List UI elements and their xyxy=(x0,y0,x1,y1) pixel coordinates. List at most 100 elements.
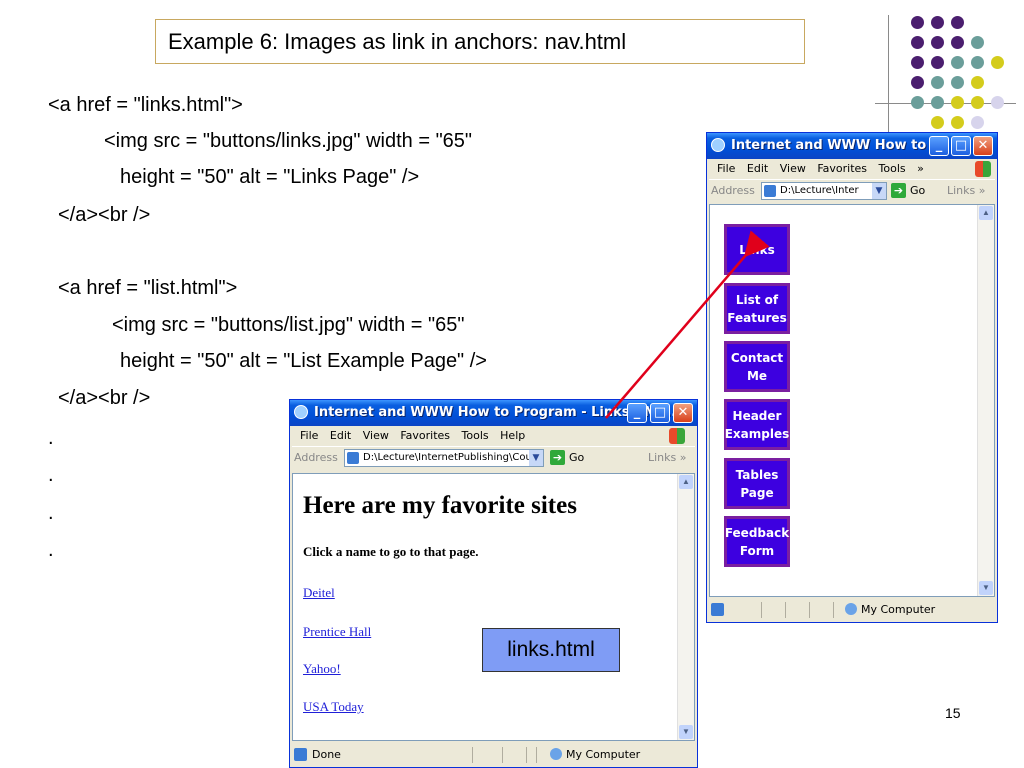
decor-dot xyxy=(971,116,984,129)
menu-more[interactable]: » xyxy=(917,160,924,178)
go-button[interactable]: Go xyxy=(910,184,925,197)
status-zone: My Computer xyxy=(861,603,936,616)
menu-file[interactable]: File xyxy=(717,160,735,178)
close-icon[interactable]: ✕ xyxy=(973,136,993,156)
minimize-icon[interactable]: _ xyxy=(929,136,949,156)
address-input[interactable]: D:\Lecture\Inter ▼ xyxy=(761,182,887,200)
link-deitel[interactable]: Deitel xyxy=(303,585,335,601)
decor-dot xyxy=(991,56,1004,69)
nav-button-contact[interactable]: Contact Me xyxy=(724,341,790,392)
code-ellipsis: . xyxy=(48,427,54,449)
decor-dot xyxy=(971,56,984,69)
menu-tools[interactable]: Tools xyxy=(462,427,489,445)
page-icon xyxy=(347,452,359,464)
link-usa-today[interactable]: USA Today xyxy=(303,699,364,715)
menu-favorites[interactable]: Favorites xyxy=(400,427,450,445)
nav-button-header[interactable]: Header Examples xyxy=(724,399,790,450)
scroll-up-icon[interactable]: ▲ xyxy=(679,475,693,489)
my-computer-icon xyxy=(845,603,857,615)
decor-dot xyxy=(911,36,924,49)
nav-button-feedback[interactable]: Feedback Form xyxy=(724,516,790,567)
code-line: </a><br /> xyxy=(58,387,151,409)
go-button[interactable]: Go xyxy=(569,451,584,464)
menu-help[interactable]: Help xyxy=(500,427,525,445)
menu-tools[interactable]: Tools xyxy=(879,160,906,178)
go-arrow-icon[interactable]: ➔ xyxy=(891,183,906,198)
page-status-icon xyxy=(711,603,724,616)
nav-button-links[interactable]: Links xyxy=(724,224,790,275)
code-ellipsis: . xyxy=(48,539,54,561)
decor-dot xyxy=(931,36,944,49)
decor-dot xyxy=(911,76,924,89)
scroll-down-icon[interactable]: ▼ xyxy=(979,581,993,595)
status-separator xyxy=(761,602,762,618)
status-separator xyxy=(833,602,834,618)
menu-view[interactable]: View xyxy=(780,160,806,178)
code-ellipsis: . xyxy=(48,502,54,524)
address-input[interactable]: D:\Lecture\InternetPublishing\CourseMate… xyxy=(344,449,544,467)
links-page-content: Here are my favorite sites Click a name … xyxy=(292,473,695,741)
nav-window-titlebar[interactable]: Internet and WWW How to ... _ □ ✕ xyxy=(707,133,997,159)
address-value: D:\Lecture\InternetPublishing\CourseMate… xyxy=(363,452,543,463)
chevron-down-icon[interactable]: ▼ xyxy=(872,183,886,199)
link-prentice-hall[interactable]: Prentice Hall xyxy=(303,624,371,640)
decor-dot xyxy=(951,56,964,69)
page-number: 15 xyxy=(945,705,961,721)
links-window-titlebar[interactable]: Internet and WWW How to Program - Links … xyxy=(290,400,697,426)
slide-title: Example 6: Images as link in anchors: na… xyxy=(155,19,805,64)
go-arrow-icon[interactable]: ➔ xyxy=(550,450,565,465)
decor-dot xyxy=(911,16,924,29)
nav-statusbar: My Computer xyxy=(709,600,995,620)
decor-horizontal-line xyxy=(875,103,1016,104)
status-separator xyxy=(502,747,503,763)
links-toolbar[interactable]: Links » xyxy=(947,184,985,197)
decor-dot xyxy=(951,36,964,49)
links-html-callout: links.html xyxy=(482,628,620,672)
link-yahoo[interactable]: Yahoo! xyxy=(303,661,341,677)
menu-edit[interactable]: Edit xyxy=(330,427,351,445)
minimize-icon[interactable]: _ xyxy=(627,403,647,423)
scroll-down-icon[interactable]: ▼ xyxy=(679,725,693,739)
decor-dot xyxy=(931,16,944,29)
page-icon xyxy=(764,185,776,197)
menu-view[interactable]: View xyxy=(363,427,389,445)
windows-logo-icon xyxy=(975,161,991,177)
nav-button-list[interactable]: List of Features xyxy=(724,283,790,334)
decor-dot xyxy=(931,116,944,129)
page-subheading: Click a name to go to that page. xyxy=(303,544,479,559)
links-address-bar: Address D:\Lecture\InternetPublishing\Co… xyxy=(292,446,695,469)
code-ellipsis: . xyxy=(48,464,54,486)
decor-dot xyxy=(971,36,984,49)
links-browser-window[interactable]: Internet and WWW How to Program - Links … xyxy=(289,399,698,768)
ie-icon xyxy=(294,405,308,419)
nav-window-title: Internet and WWW How to ... xyxy=(731,138,946,153)
code-line: <a href = "links.html"> xyxy=(48,94,243,116)
page-status-icon xyxy=(294,748,307,761)
maximize-icon[interactable]: □ xyxy=(951,136,971,156)
nav-button-tables[interactable]: Tables Page xyxy=(724,458,790,509)
code-line: </a><br /> xyxy=(58,204,151,226)
decor-dot xyxy=(951,76,964,89)
links-vertical-scrollbar[interactable]: ▲ ▼ xyxy=(677,474,694,740)
menu-favorites[interactable]: Favorites xyxy=(817,160,867,178)
decor-dot xyxy=(971,76,984,89)
decor-dot xyxy=(951,116,964,129)
menu-file[interactable]: File xyxy=(300,427,318,445)
menu-edit[interactable]: Edit xyxy=(747,160,768,178)
links-toolbar[interactable]: Links » xyxy=(648,451,686,464)
links-menubar: File Edit View Favorites Tools Help xyxy=(292,427,695,445)
nav-vertical-scrollbar[interactable]: ▲ ▼ xyxy=(977,205,994,596)
decor-dot xyxy=(931,56,944,69)
close-icon[interactable]: ✕ xyxy=(673,403,693,423)
code-line: height = "50" alt = "Links Page" /> xyxy=(120,166,420,188)
page-heading: Here are my favorite sites xyxy=(303,492,577,519)
nav-address-bar: Address D:\Lecture\Inter ▼ ➔ Go Links » xyxy=(709,179,995,202)
maximize-icon[interactable]: □ xyxy=(650,403,670,423)
chevron-down-icon[interactable]: ▼ xyxy=(529,450,543,466)
status-separator xyxy=(526,747,527,763)
decor-dot xyxy=(931,76,944,89)
links-window-title: Internet and WWW How to Program - Links … xyxy=(314,405,677,420)
nav-browser-window[interactable]: Internet and WWW How to ... _ □ ✕ File E… xyxy=(706,132,998,623)
address-label: Address xyxy=(294,451,338,464)
scroll-up-icon[interactable]: ▲ xyxy=(979,206,993,220)
